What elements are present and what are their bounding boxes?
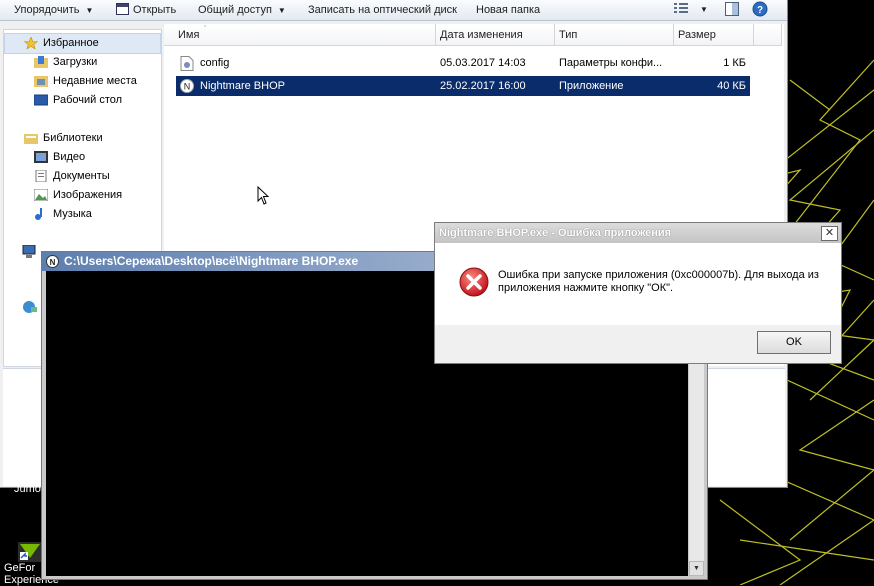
nav-item-favorites[interactable]: Избранное bbox=[24, 34, 99, 52]
open-button[interactable]: Открыть bbox=[116, 2, 176, 18]
nav-item-documents[interactable]: Документы bbox=[34, 167, 110, 185]
file-row-config[interactable]: config 05.03.2017 14:03 Параметры конфи.… bbox=[176, 53, 750, 73]
application-icon: N bbox=[180, 79, 194, 93]
config-file-icon bbox=[180, 56, 194, 71]
column-header-name[interactable]: Имя ˆ bbox=[164, 24, 436, 46]
share-button[interactable]: Общий доступ ▼ bbox=[198, 2, 286, 18]
nav-item-desktop[interactable]: Рабочий стол bbox=[34, 91, 122, 109]
open-icon bbox=[116, 3, 129, 15]
column-header-type[interactable]: Тип bbox=[555, 24, 674, 46]
computer-icon[interactable] bbox=[22, 245, 38, 259]
nav-item-downloads[interactable]: Загрузки bbox=[34, 53, 97, 71]
scroll-down-button[interactable]: ▼ bbox=[689, 561, 704, 576]
documents-icon bbox=[35, 170, 47, 183]
nav-item-libraries[interactable]: Библиотеки bbox=[24, 129, 103, 147]
command-bar: Упорядочить ▼ Открыть Общий доступ ▼ Запис… bbox=[0, 0, 787, 21]
dialog-title-bar[interactable]: Nightmare BHOP.exe - Ошибка приложения bbox=[435, 223, 841, 243]
organize-button[interactable]: Упорядочить ▼ bbox=[14, 2, 93, 18]
video-icon bbox=[34, 151, 48, 164]
file-date: 05.03.2017 14:03 bbox=[440, 57, 526, 69]
preview-pane-icon[interactable] bbox=[725, 2, 739, 18]
console-title-text: C:\Users\Сережа\Desktop\всё\Nightmare BH… bbox=[64, 254, 359, 268]
file-name: Nightmare BHOP bbox=[200, 80, 285, 92]
error-message: Ошибка при запуске приложения (0xc000007… bbox=[498, 269, 819, 294]
dialog-close-button[interactable]: ✕ bbox=[821, 226, 838, 241]
svg-text:N: N bbox=[184, 82, 191, 92]
nav-item-music[interactable]: Музыка bbox=[34, 205, 92, 223]
console-app-icon: N bbox=[46, 255, 59, 268]
column-header-size[interactable]: Размер bbox=[674, 24, 754, 46]
downloads-folder-icon bbox=[34, 56, 48, 69]
error-dialog: Nightmare BHOP.exe - Ошибка приложения ✕… bbox=[434, 222, 842, 364]
dialog-title-text: Nightmare BHOP.exe - Ошибка приложения bbox=[439, 227, 672, 239]
file-size: 40 КБ bbox=[717, 80, 746, 92]
recent-places-icon bbox=[34, 76, 48, 88]
nav-item-images[interactable]: Изображения bbox=[34, 186, 122, 204]
mouse-cursor-icon bbox=[257, 186, 270, 205]
burn-button[interactable]: Записать на оптический диск bbox=[308, 2, 457, 18]
desktop-icon bbox=[34, 94, 48, 106]
column-header-date[interactable]: Дата изменения bbox=[436, 24, 555, 46]
libraries-icon bbox=[24, 134, 38, 145]
svg-text:?: ? bbox=[757, 5, 763, 16]
dialog-body: Ошибка при запуске приложения (0xc000007… bbox=[435, 243, 841, 325]
network-icon[interactable] bbox=[22, 300, 38, 314]
nav-item-video[interactable]: Видео bbox=[34, 148, 85, 166]
file-type: Приложение bbox=[559, 80, 624, 92]
help-icon[interactable]: ? bbox=[752, 1, 768, 17]
view-options-icon[interactable] bbox=[674, 2, 688, 18]
images-icon bbox=[34, 189, 48, 202]
error-icon bbox=[459, 267, 489, 297]
file-name: config bbox=[200, 57, 230, 69]
file-row-nightmare-bhop[interactable]: N Nightmare BHOP 25.02.2017 16:00 Прилож… bbox=[176, 76, 750, 96]
file-size: 1 КБ bbox=[723, 57, 746, 69]
column-header-spacer bbox=[754, 24, 782, 46]
nav-item-recent[interactable]: Недавние места bbox=[34, 72, 137, 90]
sort-arrow-icon: ˆ bbox=[204, 26, 207, 33]
file-date: 25.02.2017 16:00 bbox=[440, 80, 526, 92]
new-folder-button[interactable]: Новая папка bbox=[476, 2, 540, 18]
desktop-icon-label-fragment: Jumo bbox=[14, 483, 41, 495]
ok-button[interactable]: OK bbox=[757, 331, 831, 354]
svg-text:N: N bbox=[50, 258, 56, 267]
file-type: Параметры конфи... bbox=[559, 57, 663, 69]
music-icon bbox=[35, 208, 42, 221]
view-dropdown-arrow[interactable]: ▼ bbox=[700, 2, 708, 18]
star-icon bbox=[24, 37, 38, 50]
